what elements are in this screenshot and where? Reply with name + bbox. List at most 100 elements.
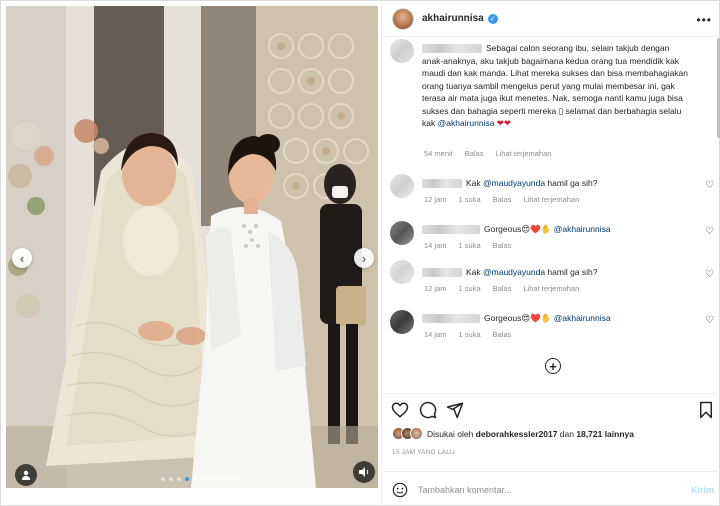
comment-icon[interactable]: [419, 401, 437, 419]
comment-text: Kak: [466, 267, 484, 277]
carousel-dot: [217, 477, 221, 481]
liker-avatar: [410, 427, 423, 440]
likes-count[interactable]: 18,721 lainnya: [576, 429, 634, 439]
commenter-name-blurred: [422, 225, 480, 235]
comment-emoji: 😍❤️✋: [521, 313, 552, 323]
commenter-avatar[interactable]: [390, 221, 414, 245]
comment-meta: 54 menit Balas Lihat terjemahan: [424, 149, 551, 158]
comment-meta: 12 jam 1 suka Balas Lihat terjemahan: [424, 284, 579, 293]
photo-illustration: [6, 6, 378, 488]
comment-time: 14 jam: [424, 241, 447, 250]
commenter-avatar[interactable]: [390, 174, 414, 198]
carousel-dot: [225, 477, 229, 481]
heart-icon[interactable]: [391, 401, 409, 419]
post-header: akhairunnisa ✓ •••: [382, 1, 720, 37]
comment-likes[interactable]: 1 suka: [459, 195, 481, 204]
comment-time: 54 menit: [424, 149, 453, 158]
comment-mention[interactable]: @akhairunnisa: [438, 118, 495, 128]
prev-slide-button[interactable]: ‹: [12, 248, 32, 268]
commenter-name-blurred: [422, 314, 480, 324]
translate-button[interactable]: Lihat terjemahan: [523, 195, 579, 204]
carousel-dot: [233, 477, 237, 481]
comment-text: Kak: [466, 178, 484, 188]
carousel-dot: [161, 477, 165, 481]
commenter-avatar[interactable]: [390, 39, 414, 63]
carousel-dot: [193, 477, 197, 481]
comment-mention[interactable]: @akhairunnisa: [554, 224, 611, 234]
comment-text: Gorgeous: [484, 224, 522, 234]
carousel-dot: [177, 477, 181, 481]
comment-text: Gorgeous: [484, 313, 522, 323]
comment-like-heart-icon[interactable]: ♡: [705, 269, 714, 280]
user-icon: [22, 470, 30, 480]
comment-mention[interactable]: @maudyayunda: [483, 178, 545, 188]
comment-meta: 14 jam 1 suka Balas: [424, 241, 511, 250]
comment-like-heart-icon[interactable]: ♡: [705, 226, 714, 237]
mute-button[interactable]: [353, 461, 375, 483]
plus-circle-icon: +: [549, 358, 557, 374]
comment-input[interactable]: [418, 484, 678, 495]
more-options-icon[interactable]: •••: [696, 13, 712, 27]
share-icon[interactable]: [446, 401, 464, 419]
likes-prefix: Disukai oleh: [427, 428, 476, 439]
comment-likes[interactable]: 1 suka: [459, 284, 481, 293]
likes-middle: dan: [557, 428, 577, 439]
comment-body: Kak @maudyayunda hamil ga sih?: [422, 266, 692, 279]
comment-list: Sebagai calon seorang ibu, selain takjub…: [382, 38, 720, 380]
comment-time: 12 jam: [424, 284, 447, 293]
author-avatar[interactable]: [392, 7, 414, 30]
translate-button[interactable]: Lihat terjemahan: [523, 284, 579, 293]
reply-button[interactable]: Balas: [465, 149, 484, 158]
comment-likes[interactable]: 1 suka: [459, 330, 481, 339]
comment-body: Gorgeous😍❤️✋ @akhairunnisa: [422, 223, 692, 236]
likes-text[interactable]: Disukai oleh deborahkessler2017 dan 18,7…: [427, 429, 634, 439]
reply-button[interactable]: Balas: [493, 195, 512, 204]
liked-by-user[interactable]: deborahkessler2017: [476, 429, 558, 439]
reply-button[interactable]: Balas: [493, 284, 512, 293]
commenter-avatar[interactable]: [390, 310, 414, 334]
likes-summary: Disukai oleh deborahkessler2017 dan 18,7…: [392, 427, 634, 440]
next-slide-button[interactable]: ›: [354, 248, 374, 268]
carousel-dot: [209, 477, 213, 481]
post-comment-button[interactable]: Kirim: [691, 485, 714, 495]
comment-emoji: 😍❤️✋: [521, 224, 552, 234]
translate-button[interactable]: Lihat terjemahan: [496, 149, 552, 158]
post-timestamp[interactable]: 15 JAM YANG LALU: [392, 449, 455, 456]
carousel-dot: [201, 477, 205, 481]
chevron-right-icon: ›: [361, 250, 367, 266]
comments-panel: akhairunnisa ✓ ••• Sebagai calon seorang…: [381, 1, 720, 506]
comment-meta: 14 jam 1 suka Balas: [424, 330, 511, 339]
comment-like-heart-icon[interactable]: ♡: [705, 180, 714, 191]
commenter-name-blurred: [422, 44, 482, 54]
comment-time: 12 jam: [424, 195, 447, 204]
author-username[interactable]: akhairunnisa: [422, 13, 484, 24]
reply-button[interactable]: Balas: [493, 330, 512, 339]
reply-button[interactable]: Balas: [493, 241, 512, 250]
chevron-left-icon: ‹: [19, 250, 25, 266]
bookmark-icon[interactable]: [697, 401, 715, 419]
carousel-dot-active: [185, 477, 189, 481]
comment-mention[interactable]: @maudyayunda: [483, 267, 545, 277]
commenter-name-blurred: [422, 179, 462, 189]
commenter-name-blurred: [422, 268, 462, 278]
comment-body: Sebagai calon seorang ibu, selain takjub…: [422, 42, 692, 130]
add-comment-bar: Kirim: [382, 471, 720, 506]
tagged-users-button[interactable]: [15, 464, 37, 486]
comment-text-suffix: hamil ga sih?: [545, 267, 598, 277]
comment-body: Gorgeous😍❤️✋ @akhairunnisa: [422, 312, 692, 325]
comment-meta: 12 jam 1 suka Balas Lihat terjemahan: [424, 195, 579, 204]
hearts-emoji-icon: ❤❤: [494, 118, 512, 128]
comment-like-heart-icon[interactable]: ♡: [705, 315, 714, 326]
post-modal: ‹ › akhairunnisa ✓ ••• Sebagai calon seo…: [0, 0, 720, 506]
carousel-indicator: [161, 477, 237, 481]
commenter-avatar[interactable]: [390, 260, 414, 284]
post-actions: [382, 393, 720, 423]
post-photo: ‹ ›: [6, 6, 378, 488]
comment-time: 14 jam: [424, 330, 447, 339]
load-more-comments-button[interactable]: +: [545, 358, 561, 374]
comment-likes[interactable]: 1 suka: [459, 241, 481, 250]
speaker-icon: [359, 467, 369, 477]
emoji-icon[interactable]: [392, 482, 408, 498]
comment-mention[interactable]: @akhairunnisa: [554, 313, 611, 323]
verified-badge-icon: ✓: [487, 13, 498, 24]
